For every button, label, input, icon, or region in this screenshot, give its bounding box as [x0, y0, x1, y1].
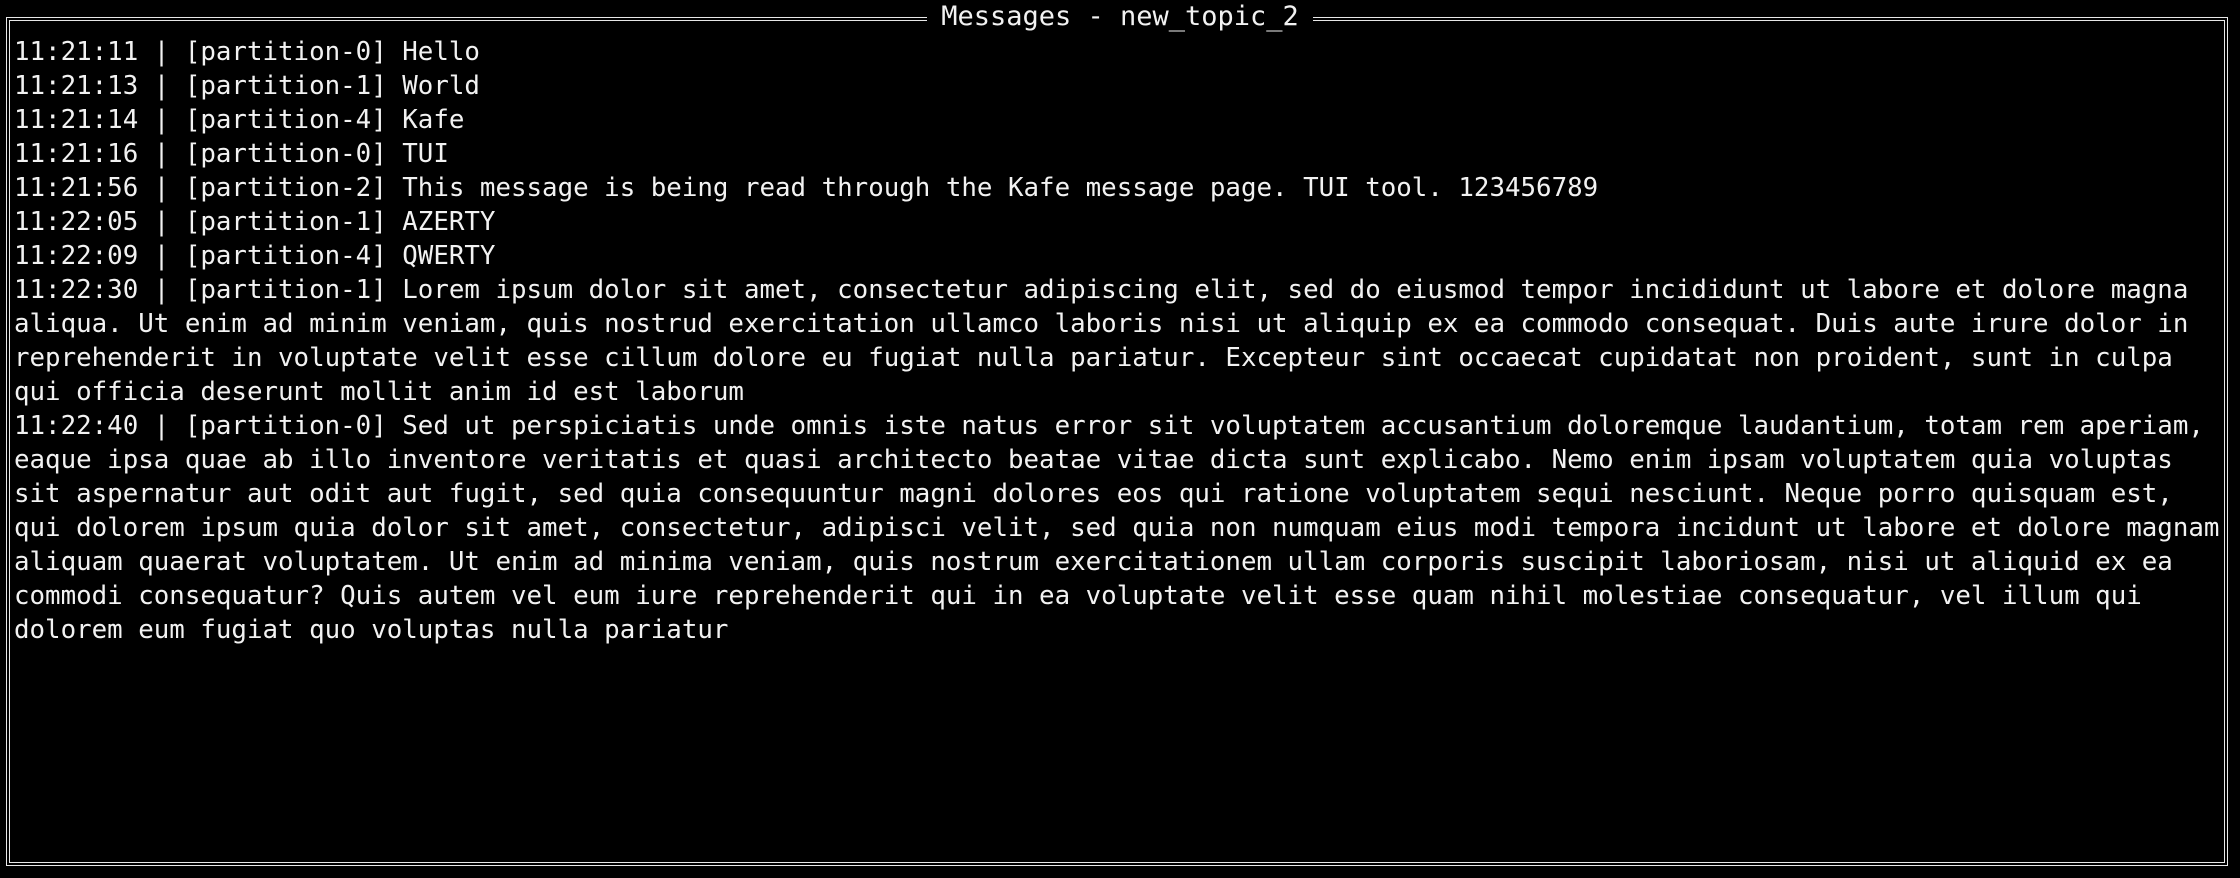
message-line[interactable]: 11:21:13 | [partition-1] World	[14, 69, 2226, 103]
message-partition: [partition-0]	[184, 37, 387, 67]
message-text: TUI	[402, 139, 449, 169]
message-timestamp: 11:22:30	[14, 275, 139, 305]
message-line[interactable]: 11:21:16 | [partition-0] TUI	[14, 137, 2226, 171]
message-timestamp: 11:22:05	[14, 207, 139, 237]
message-timestamp: 11:21:14	[14, 105, 139, 135]
message-partition: [partition-4]	[184, 105, 387, 135]
message-line[interactable]: 11:22:09 | [partition-4] QWERTY	[14, 239, 2226, 273]
message-timestamp: 11:21:16	[14, 139, 139, 169]
terminal-window: Messages - new_topic_2 11:21:11 | [parti…	[0, 0, 2240, 878]
message-text: Hello	[402, 37, 480, 67]
message-line[interactable]: 11:21:14 | [partition-4] Kafe	[14, 103, 2226, 137]
message-text: Kafe	[402, 105, 465, 135]
message-partition: [partition-1]	[184, 71, 387, 101]
message-timestamp: 11:22:40	[14, 411, 139, 441]
message-list[interactable]: 11:21:11 | [partition-0] Hello 11:21:13 |…	[14, 35, 2226, 647]
message-partition: [partition-4]	[184, 241, 387, 271]
message-line[interactable]: 11:22:05 | [partition-1] AZERTY	[14, 205, 2226, 239]
message-text: Sed ut perspiciatis unde omnis iste natu…	[14, 411, 2235, 645]
message-line[interactable]: 11:22:30 | [partition-1] Lorem ipsum dol…	[14, 273, 2226, 409]
message-text: QWERTY	[402, 241, 496, 271]
message-line[interactable]: 11:21:11 | [partition-0] Hello	[14, 35, 2226, 69]
message-timestamp: 11:21:56	[14, 173, 139, 203]
message-partition: [partition-1]	[184, 207, 387, 237]
message-partition: [partition-1]	[184, 275, 387, 305]
message-timestamp: 11:22:09	[14, 241, 139, 271]
message-text: World	[402, 71, 480, 101]
message-text: AZERTY	[402, 207, 496, 237]
message-timestamp: 11:21:11	[14, 37, 139, 67]
message-partition: [partition-2]	[184, 173, 387, 203]
message-timestamp: 11:21:13	[14, 71, 139, 101]
message-line[interactable]: 11:21:56 | [partition-2] This message is…	[14, 171, 2226, 205]
message-line[interactable]: 11:22:40 | [partition-0] Sed ut perspici…	[14, 409, 2226, 647]
message-text: This message is being read through the K…	[402, 173, 1599, 203]
message-partition: [partition-0]	[184, 139, 387, 169]
message-partition: [partition-0]	[184, 411, 387, 441]
